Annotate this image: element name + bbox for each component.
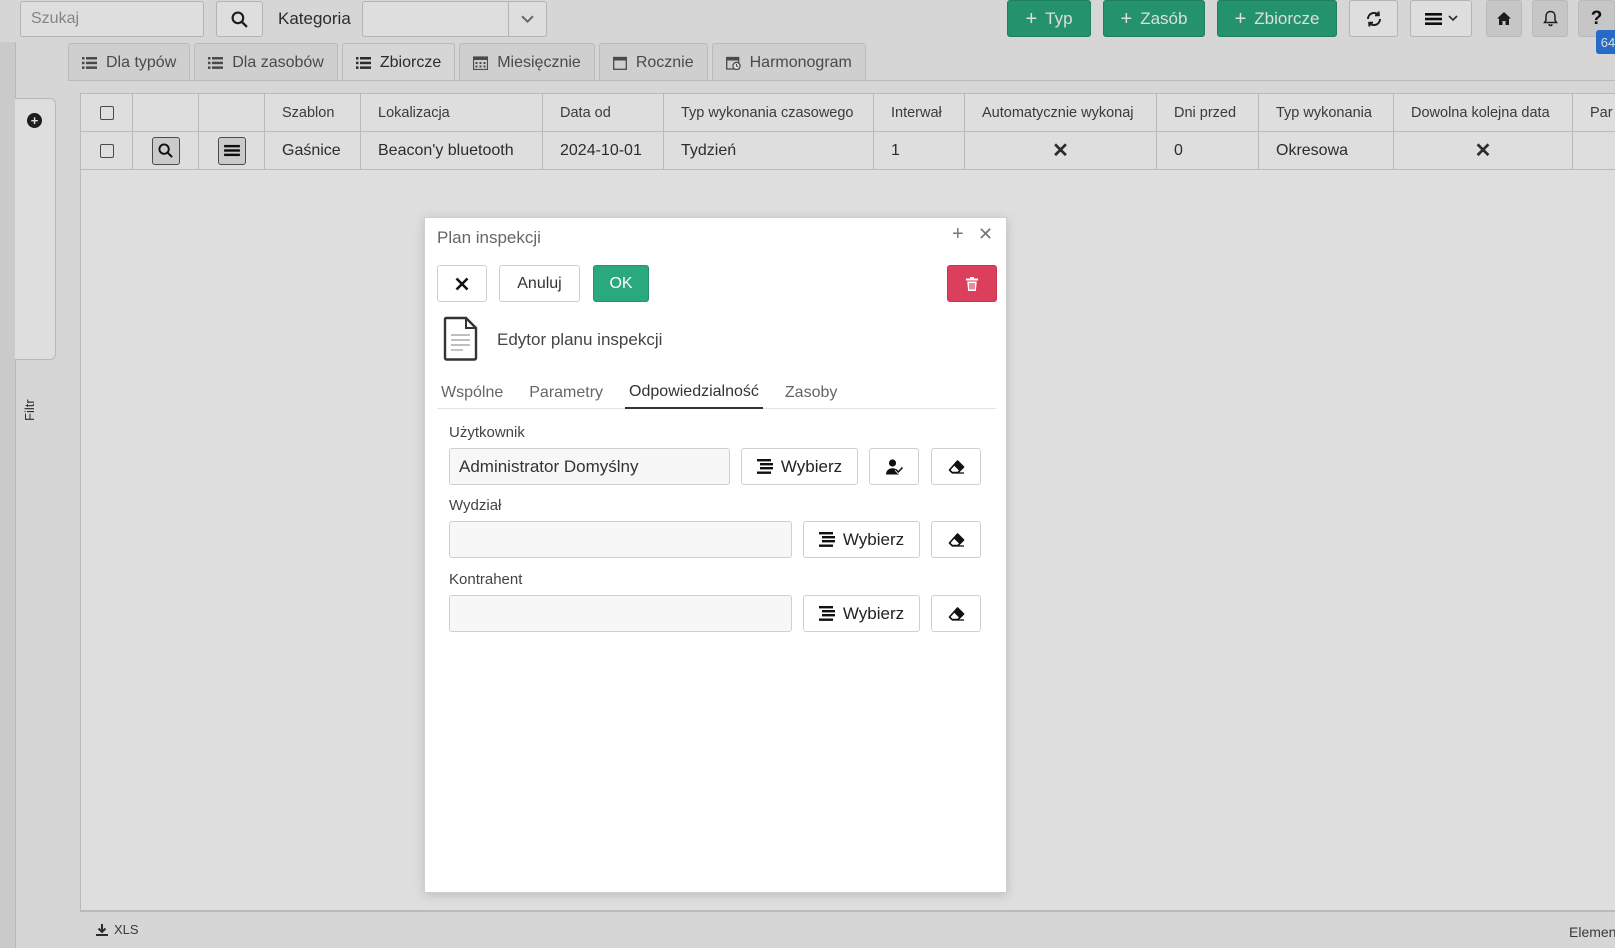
eraser-icon: [948, 459, 964, 474]
tab-responsibility[interactable]: Odpowiedzialność: [625, 376, 763, 409]
contractor-field[interactable]: [449, 595, 792, 632]
ok-button[interactable]: OK: [593, 265, 649, 302]
select-list-icon: [818, 532, 835, 547]
contractor-choose-button[interactable]: Wybierz: [803, 595, 920, 632]
tab-parameters[interactable]: Parametry: [525, 376, 607, 409]
user-label: Użytkownik: [449, 424, 525, 441]
user-choose-button[interactable]: Wybierz: [741, 448, 858, 485]
select-list-icon: [756, 459, 773, 474]
document-icon: [443, 316, 479, 361]
contractor-clear-button[interactable]: [931, 595, 981, 632]
editor-title: Edytor planu inspekcji: [497, 330, 663, 349]
maximize-icon[interactable]: +: [952, 223, 964, 246]
user-clear-button[interactable]: [931, 448, 981, 485]
department-choose-button[interactable]: Wybierz: [803, 521, 920, 558]
trash-icon: [966, 276, 978, 291]
discard-button[interactable]: [437, 265, 487, 302]
user-check-icon: [885, 458, 903, 474]
department-field[interactable]: [449, 521, 792, 558]
delete-button[interactable]: [947, 265, 997, 302]
close-icon[interactable]: ✕: [978, 224, 993, 245]
dialog-tabs: Wspólne Parametry Odpowiedzialność Zasob…: [437, 376, 996, 409]
current-user-button[interactable]: [869, 448, 919, 485]
cancel-button[interactable]: Anuluj: [499, 265, 580, 302]
eraser-icon: [948, 606, 964, 621]
department-label: Wydział: [449, 497, 502, 514]
department-clear-button[interactable]: [931, 521, 981, 558]
dialog-title: Plan inspekcji: [437, 228, 541, 247]
inspection-plan-dialog: Plan inspekcji + ✕ Anuluj OK Edytor plan…: [424, 217, 1007, 893]
select-list-icon: [818, 606, 835, 621]
tab-resources[interactable]: Zasoby: [781, 376, 841, 409]
user-field[interactable]: [449, 448, 730, 485]
eraser-icon: [948, 532, 964, 547]
close-icon: [455, 277, 469, 290]
tab-common[interactable]: Wspólne: [437, 376, 507, 409]
contractor-label: Kontrahent: [449, 571, 523, 588]
